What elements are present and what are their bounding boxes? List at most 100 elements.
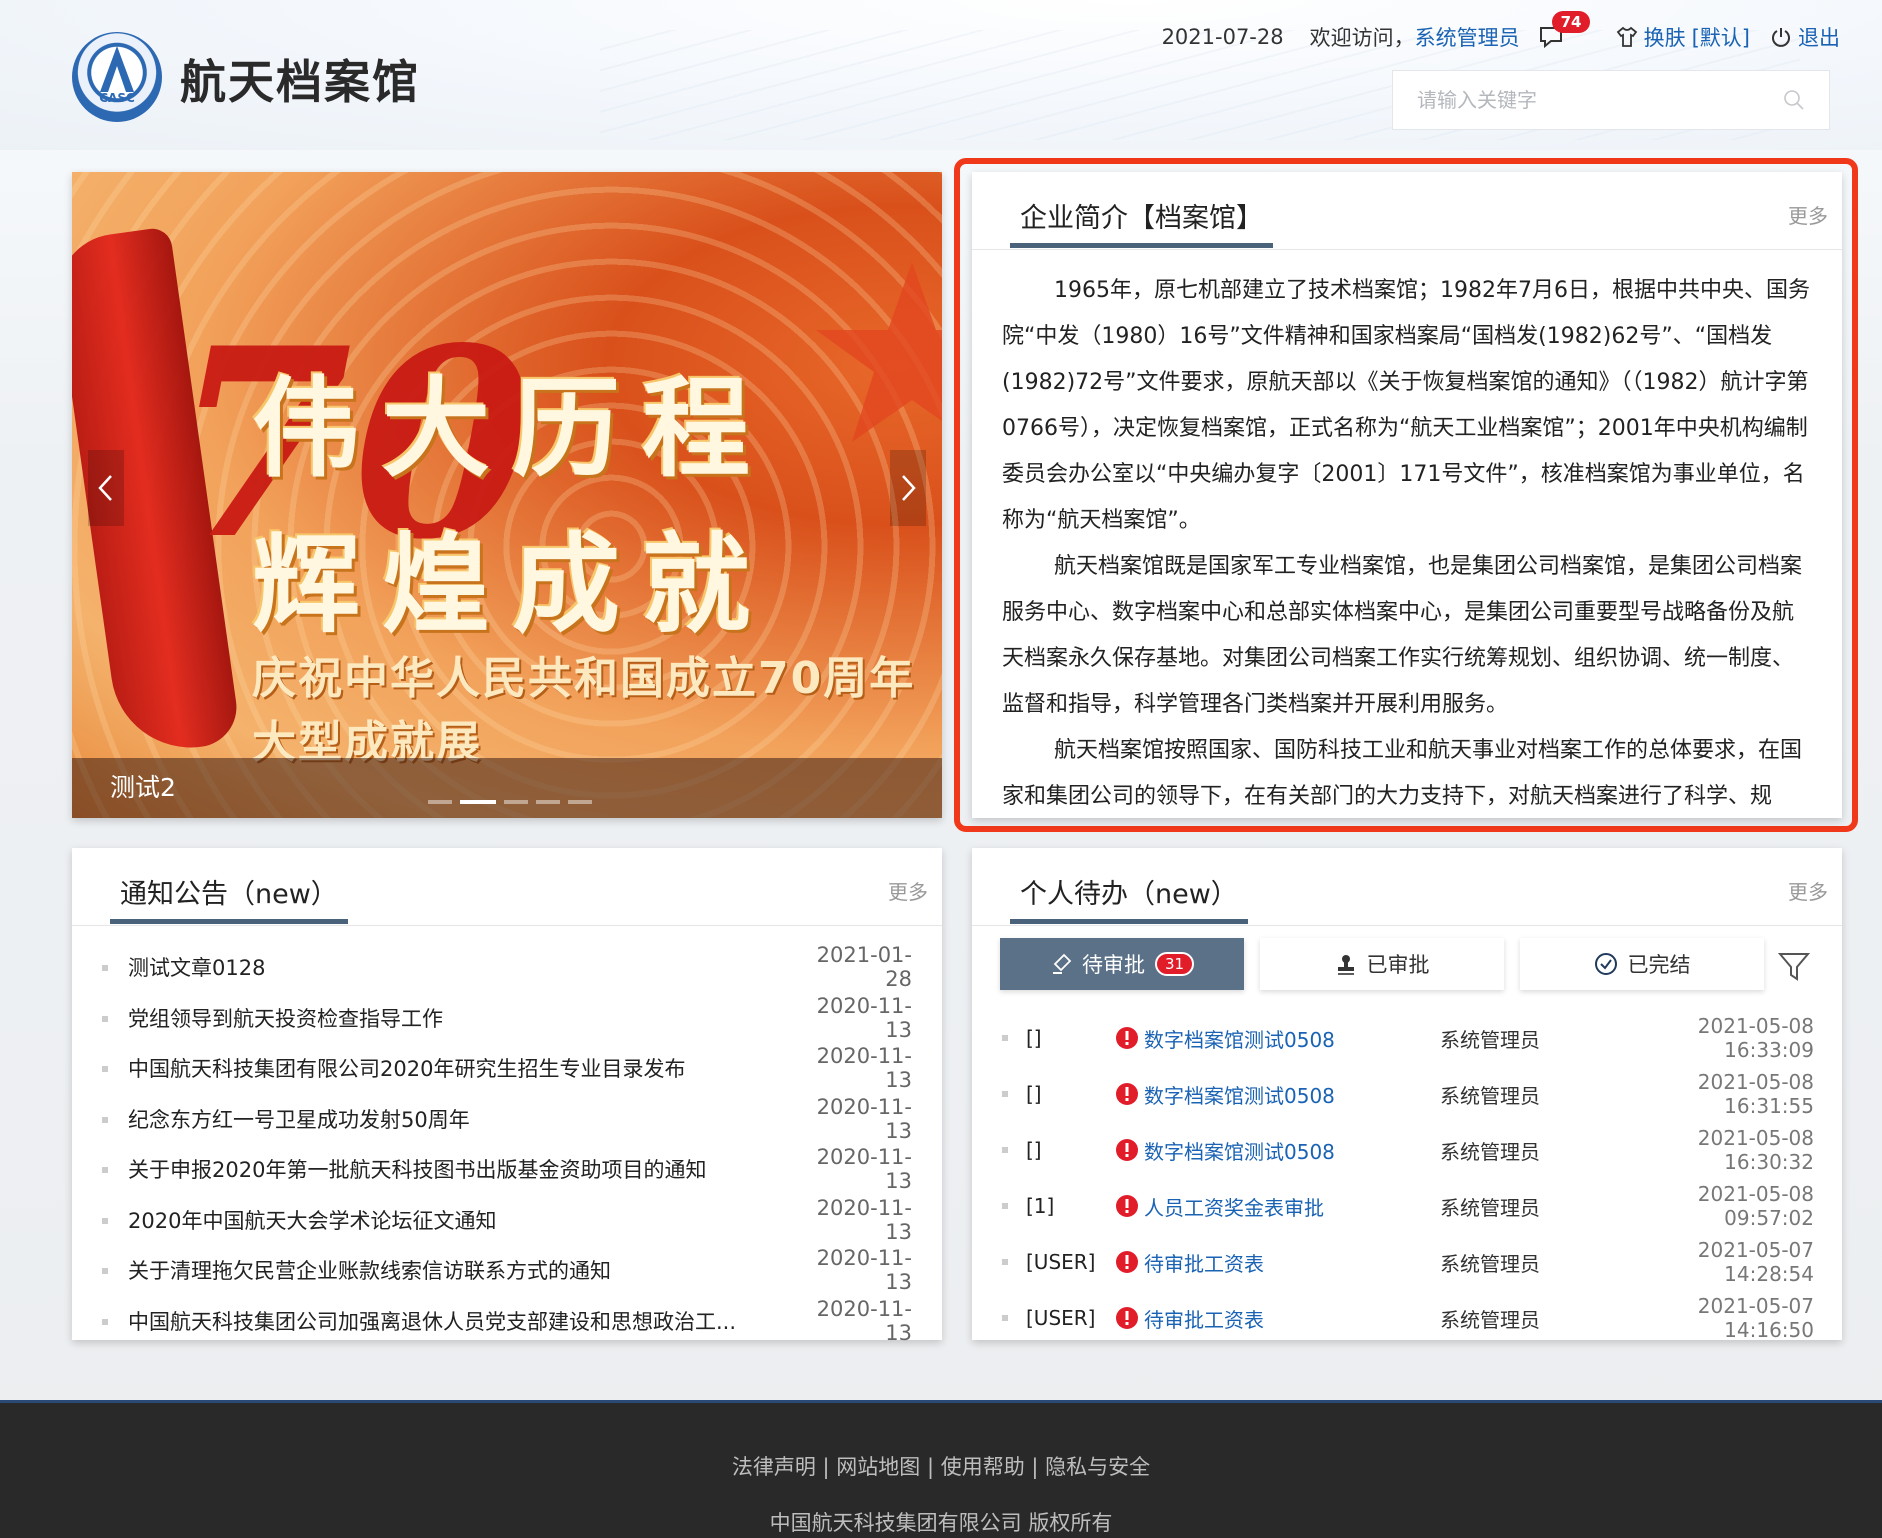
notice-date: 2020-11-13: [816, 1246, 912, 1295]
notice-title[interactable]: 关于清理拖欠民营企业账款线索信访联系方式的通知: [128, 1255, 802, 1285]
notice-date: 2020-11-13: [816, 1044, 912, 1093]
notice-title[interactable]: 关于申报2020年第一批航天科技图书出版基金资助项目的通知: [128, 1154, 802, 1184]
list-item[interactable]: [USER] 待审批工资表 系统管理员 2021-05-07 14:28:54: [1002, 1234, 1814, 1290]
todo-name-link[interactable]: 待审批工资表: [1144, 1304, 1440, 1333]
footer-copyright: 中国航天科技集团有限公司 版权所有: [769, 1511, 1113, 1535]
list-item[interactable]: 2020年中国航天大会学术论坛征文通知 2020-11-13: [102, 1195, 912, 1246]
todo-submitter: 系统管理员: [1440, 1139, 1540, 1164]
todo-tag: [1]: [1026, 1194, 1055, 1218]
todo-name-link[interactable]: 数字档案馆测试0508: [1144, 1080, 1440, 1109]
notice-title[interactable]: 测试文章0128: [128, 952, 802, 982]
todo-more-link[interactable]: 更多: [1788, 876, 1828, 905]
todo-name-link[interactable]: 待审批工资表: [1144, 1248, 1440, 1277]
logo-lettering: CASC: [99, 91, 135, 105]
casc-logo[interactable]: CASC: [72, 32, 162, 122]
top-bar: 2021-07-28 欢迎访问， 系统管理员 74 换肤 [默认] 退出: [1161, 11, 1840, 52]
tab-completed[interactable]: 已完结: [1520, 938, 1764, 990]
list-item[interactable]: 中国航天科技集团公司加强离退休人员党支部建设和思想政治工... 2020-11-1…: [102, 1296, 912, 1347]
skin-switch-link[interactable]: 换肤 [默认]: [1616, 22, 1750, 52]
list-item[interactable]: 关于申报2020年第一批航天科技图书出版基金资助项目的通知 2020-11-13: [102, 1144, 912, 1195]
todo-tabs: 待审批 31 已审批 已完结: [1000, 938, 1764, 990]
welcome-text: 欢迎访问，: [1309, 26, 1415, 50]
tab-pending[interactable]: 待审批 31: [1000, 938, 1244, 990]
alert-icon: [1116, 1251, 1138, 1273]
todo-time: 2021-05-07 14:28:54: [1697, 1238, 1814, 1286]
intro-more-link[interactable]: 更多: [1788, 200, 1828, 229]
list-item[interactable]: 纪念东方红一号卫星成功发射50周年 2020-11-13: [102, 1094, 912, 1145]
casc-emblem-icon: CASC: [99, 46, 135, 105]
filter-icon[interactable]: [1778, 952, 1810, 982]
current-date: 2021-07-28: [1161, 25, 1284, 49]
todo-tag: []: [1026, 1138, 1042, 1162]
list-item[interactable]: 党组领导到航天投资检查指导工作 2020-11-13: [102, 993, 912, 1044]
todo-time: 2021-05-08 16:33:09: [1697, 1014, 1814, 1062]
username-link[interactable]: 系统管理员: [1415, 22, 1520, 52]
todo-list: [] 数字档案馆测试0508 系统管理员 2021-05-08 16:33:09…: [1002, 1010, 1814, 1346]
notice-title[interactable]: 党组领导到航天投资检查指导工作: [128, 1003, 802, 1033]
notices-panel-header: 通知公告（new） 更多: [72, 848, 942, 926]
carousel-dot[interactable]: [536, 800, 560, 804]
intro-panel: 企业简介【档案馆】 更多 1965年，原七机部建立了技术档案馆；1982年7月6…: [972, 172, 1842, 818]
todo-tag: [USER]: [1026, 1250, 1096, 1274]
chevron-left-icon: [98, 475, 112, 501]
intro-paragraph: 1965年，原七机部建立了技术档案馆；1982年7月6日，根据中共中央、国务院“…: [1002, 278, 1810, 533]
alert-icon: [1116, 1307, 1138, 1329]
banner-subline: 庆祝中华人民共和国成立70周年大型成就展: [252, 653, 916, 768]
site-title[interactable]: 航天档案馆: [180, 46, 420, 112]
notices-panel: 通知公告（new） 更多 测试文章0128 2021-01-28 党组领导到航天投…: [72, 848, 942, 1345]
banner-carousel[interactable]: 70 伟大历程 辉煌成就 庆祝中华人民共和国成立70周年大型成就展 测试2: [72, 172, 942, 818]
logout-link[interactable]: 退出: [1770, 22, 1840, 52]
stamp-pen-icon: [1052, 953, 1072, 974]
list-item[interactable]: [] 数字档案馆测试0508 系统管理员 2021-05-08 16:31:55: [1002, 1066, 1814, 1122]
notice-title[interactable]: 纪念东方红一号卫星成功发射50周年: [128, 1104, 802, 1134]
notice-date: 2021-01-28: [816, 943, 912, 992]
list-item[interactable]: [1] 人员工资奖金表审批 系统管理员 2021-05-08 09:57:02: [1002, 1178, 1814, 1234]
tab-label: 已完结: [1627, 953, 1691, 977]
notices-more-link[interactable]: 更多: [888, 876, 928, 905]
tab-approved[interactable]: 已审批: [1260, 938, 1504, 990]
search-icon[interactable]: [1783, 89, 1805, 111]
messages-button[interactable]: 74: [1538, 11, 1591, 51]
search-box: [1392, 70, 1830, 130]
todo-submitter: 系统管理员: [1440, 1083, 1540, 1108]
todo-submitter: 系统管理员: [1440, 1195, 1540, 1220]
todo-panel: 个人待办（new） 更多 待审批 31 已审批 已完结 [] 数字档案馆测试05…: [972, 848, 1842, 1342]
intro-body: 1965年，原七机部建立了技术档案馆；1982年7月6日，根据中共中央、国务院“…: [972, 250, 1842, 818]
carousel-dot[interactable]: [568, 800, 592, 804]
list-item[interactable]: 测试文章0128 2021-01-28: [102, 942, 912, 993]
todo-name-link[interactable]: 数字档案馆测试0508: [1144, 1024, 1440, 1053]
search-input[interactable]: [1417, 88, 1783, 112]
notice-date: 2020-11-13: [816, 993, 912, 1042]
todo-tag: []: [1026, 1082, 1042, 1106]
notices-title: 通知公告（new）: [110, 872, 348, 924]
carousel-prev-button[interactable]: [88, 450, 124, 526]
intro-title: 企业简介【档案馆】: [1010, 196, 1273, 248]
list-item[interactable]: 中国航天科技集团有限公司2020年研究生招生专业目录发布 2020-11-13: [102, 1043, 912, 1094]
notice-title[interactable]: 2020年中国航天大会学术论坛征文通知: [128, 1205, 802, 1235]
list-item[interactable]: 关于清理拖欠民营企业账款线索信访联系方式的通知 2020-11-13: [102, 1245, 912, 1296]
list-item[interactable]: [] 数字档案馆测试0508 系统管理员 2021-05-08 16:30:32: [1002, 1122, 1814, 1178]
todo-submitter: 系统管理员: [1440, 1027, 1540, 1052]
carousel-dot[interactable]: [428, 800, 452, 804]
alert-icon: [1116, 1027, 1138, 1049]
intro-panel-header: 企业简介【档案馆】 更多: [972, 172, 1842, 250]
footer-links[interactable]: 法律声明 | 网站地图 | 使用帮助 | 隐私与安全: [0, 1451, 1882, 1481]
tab-label: 已审批: [1366, 953, 1430, 977]
pending-count-badge: 31: [1154, 952, 1195, 976]
list-item[interactable]: [] 数字档案馆测试0508 系统管理员 2021-05-08 16:33:09: [1002, 1010, 1814, 1066]
stamp-icon: [1337, 955, 1354, 975]
todo-name-link[interactable]: 人员工资奖金表审批: [1144, 1192, 1440, 1221]
carousel-next-button[interactable]: [890, 450, 926, 526]
todo-name-link[interactable]: 数字档案馆测试0508: [1144, 1136, 1440, 1165]
notice-title[interactable]: 中国航天科技集团有限公司2020年研究生招生专业目录发布: [128, 1053, 802, 1083]
carousel-dot-active[interactable]: [460, 800, 496, 804]
todo-title: 个人待办（new）: [1010, 872, 1248, 924]
message-count-badge: 74: [1551, 11, 1591, 33]
todo-time: 2021-05-08 16:30:32: [1697, 1126, 1814, 1174]
banner-caption: 测试2: [110, 773, 176, 802]
notice-title[interactable]: 中国航天科技集团公司加强离退休人员党支部建设和思想政治工...: [128, 1306, 802, 1336]
alert-icon: [1116, 1195, 1138, 1217]
tab-label: 待审批: [1081, 953, 1145, 977]
carousel-dot[interactable]: [504, 800, 528, 804]
list-item[interactable]: [USER] 待审批工资表 系统管理员 2021-05-07 14:16:50: [1002, 1290, 1814, 1346]
